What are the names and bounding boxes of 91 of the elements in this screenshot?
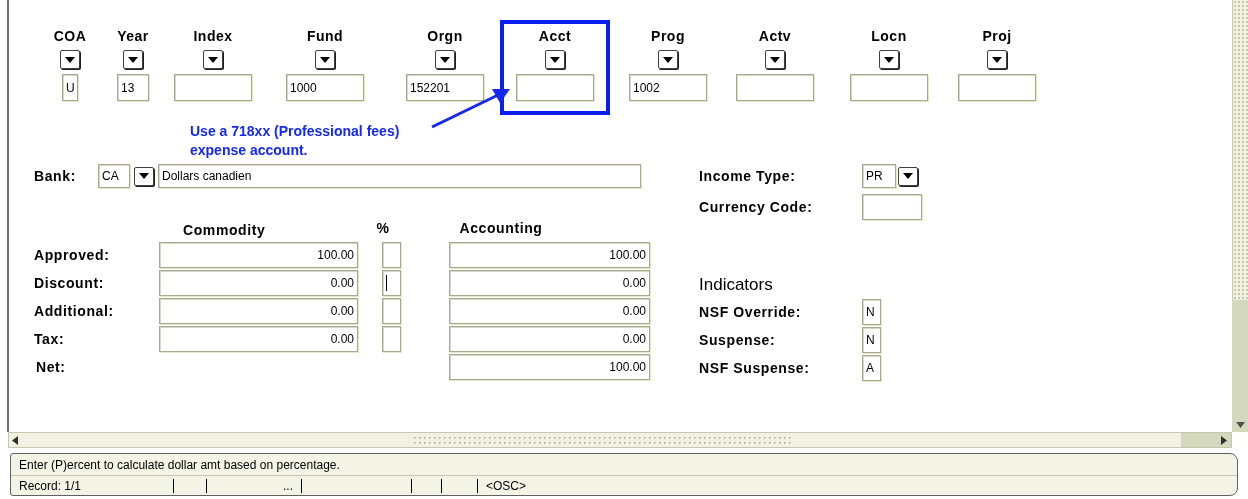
text-field[interactable]: N <box>862 299 881 325</box>
field-label: Fund <box>306 28 344 44</box>
caret-icon <box>992 56 1002 63</box>
text-field[interactable]: 0.00 <box>449 298 650 324</box>
text-cursor <box>386 275 387 291</box>
vertical-scrollbar[interactable] <box>1232 0 1248 432</box>
field-label: Acct <box>538 28 572 44</box>
dropdown-button[interactable] <box>765 50 785 69</box>
field-label: Income Type: <box>699 168 797 184</box>
dropdown-button[interactable] <box>123 50 143 69</box>
dropdown-button[interactable] <box>134 166 154 186</box>
horizontal-scrollbar[interactable] <box>8 432 1232 448</box>
text-field[interactable]: 100.00 <box>449 354 650 380</box>
column-header: Commodity <box>183 222 266 238</box>
caret-icon <box>128 56 138 63</box>
scroll-thumb[interactable] <box>1232 0 1248 300</box>
text-field[interactable]: PR <box>862 164 896 188</box>
caret-icon <box>884 56 894 63</box>
field-label: Currency Code: <box>699 199 814 215</box>
percent-field[interactable] <box>382 270 401 296</box>
field-label: Year <box>117 28 149 44</box>
field-label: NSF Override: <box>699 304 802 320</box>
row-label: Approved: <box>34 247 111 263</box>
text-field[interactable] <box>736 74 814 101</box>
text-field[interactable]: 13 <box>117 74 149 101</box>
text-field[interactable]: 1002 <box>629 74 707 101</box>
dropdown-button[interactable] <box>545 50 565 69</box>
row-label: Net: <box>36 359 67 375</box>
text-field[interactable]: 0.00 <box>159 298 358 324</box>
percent-field[interactable] <box>382 298 401 324</box>
row-label: Additional: <box>34 303 115 319</box>
caret-icon <box>65 56 75 63</box>
caret-icon <box>770 56 780 63</box>
field-label: Proj <box>982 28 1012 44</box>
row-label: Discount: <box>34 275 105 291</box>
field-label: Suspense: <box>699 332 777 348</box>
text-field[interactable] <box>862 194 922 220</box>
text-field[interactable]: 0.00 <box>159 270 358 296</box>
text-field[interactable] <box>174 74 252 101</box>
field-label: NSF Suspense: <box>699 360 811 376</box>
field-label: Bank: <box>34 168 77 184</box>
text-field[interactable]: 0.00 <box>449 326 650 352</box>
text-field[interactable]: 1000 <box>286 74 364 101</box>
caret-icon <box>663 56 673 63</box>
record-count: Record: 1/1 <box>18 477 83 495</box>
text-field[interactable]: U <box>62 74 78 101</box>
field-label: Prog <box>651 28 685 44</box>
status-message: Enter (P)ercent to calculate dollar amt based on percentage. <box>19 456 340 474</box>
dropdown-button[interactable] <box>203 50 223 69</box>
text-field[interactable]: 0.00 <box>449 270 650 296</box>
annotation-text: Use a 718xx (Professional fees) expense account. <box>190 122 401 160</box>
text-field[interactable]: 152201 <box>406 74 484 101</box>
text-field[interactable] <box>850 74 928 101</box>
status-ellipsis: ... <box>283 477 293 495</box>
dropdown-button[interactable] <box>898 166 918 186</box>
text-field[interactable] <box>958 74 1036 101</box>
caret-icon <box>139 173 149 179</box>
text-field[interactable]: 0.00 <box>159 326 358 352</box>
field-label: Index <box>193 28 233 44</box>
caret-icon <box>440 56 450 63</box>
mode-indicator: <OSC> <box>486 477 527 495</box>
dropdown-button[interactable] <box>658 50 678 69</box>
field-label: Actv <box>758 28 792 44</box>
scroll-down-icon[interactable] <box>1235 422 1245 428</box>
text-field[interactable]: 100.00 <box>449 242 650 268</box>
caret-icon <box>550 56 560 63</box>
row-label: Tax: <box>34 331 66 347</box>
dropdown-button[interactable] <box>879 50 899 69</box>
section-title: Indicators <box>699 275 774 295</box>
caret-icon <box>208 56 218 63</box>
field-label: Locn <box>871 28 907 44</box>
text-field[interactable]: CA <box>98 164 130 188</box>
caret-icon <box>320 56 330 63</box>
column-header: % <box>376 220 390 236</box>
dropdown-button[interactable] <box>315 50 335 69</box>
text-field[interactable]: A <box>862 355 881 381</box>
field-label: Orgn <box>427 28 463 44</box>
text-field[interactable]: Dollars canadien <box>158 164 641 188</box>
column-header: Accounting <box>459 220 543 236</box>
dropdown-button[interactable] <box>60 50 80 69</box>
scroll-right-icon[interactable] <box>1221 435 1227 445</box>
dropdown-button[interactable] <box>435 50 455 69</box>
caret-icon <box>903 173 913 179</box>
text-field[interactable]: N <box>862 327 881 353</box>
percent-field[interactable] <box>382 242 401 268</box>
percent-field[interactable] <box>382 326 401 352</box>
scroll-left-icon[interactable] <box>12 435 18 445</box>
text-field[interactable]: 100.00 <box>159 242 358 268</box>
text-field[interactable] <box>516 74 594 101</box>
dropdown-button[interactable] <box>987 50 1007 69</box>
field-label: COA <box>53 28 87 44</box>
